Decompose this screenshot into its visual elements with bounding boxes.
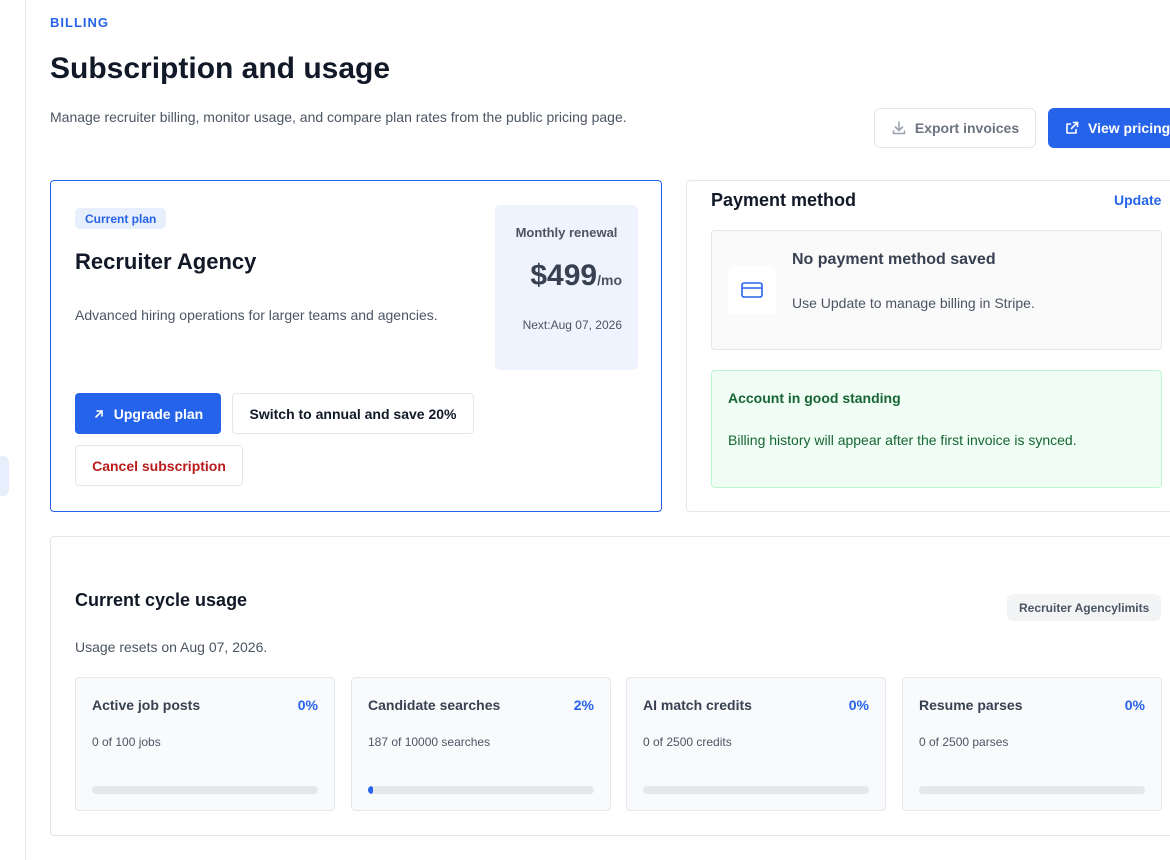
export-invoices-button[interactable]: Export invoices <box>874 108 1036 148</box>
renewal-label: Monthly renewal <box>515 225 618 240</box>
account-standing-notice: Account in good standing Billing history… <box>711 370 1162 488</box>
usage-title: Current cycle usage <box>75 590 248 610</box>
plan-limits-badge: Recruiter Agencylimits <box>1007 594 1162 621</box>
metric-progress-bar <box>919 786 1145 794</box>
account-standing-subtitle: Billing history will appear after the fi… <box>728 432 1077 448</box>
export-invoices-label: Export invoices <box>914 120 1020 136</box>
account-standing-title: Account in good standing <box>728 390 901 406</box>
cancel-subscription-button[interactable]: Cancel subscription <box>75 445 243 486</box>
usage-reset-date: Usage resets on Aug 07, 2026. <box>75 639 268 655</box>
payment-method-card: Payment method Update No payment method … <box>686 180 1170 512</box>
metric-label: Candidate searches <box>368 697 501 713</box>
current-plan-card: Current plan Recruiter Agency Advanced h… <box>50 180 662 512</box>
page-eyebrow: BILLING <box>50 15 109 30</box>
download-icon <box>891 120 907 136</box>
external-link-icon <box>1064 120 1080 136</box>
metric-percent: 2% <box>573 697 594 713</box>
main-content: BILLING Subscription and usage Manage re… <box>50 0 1170 860</box>
upgrade-plan-label: Upgrade plan <box>113 405 204 422</box>
cycle-usage-card: Current cycle usage Recruiter Agencylimi… <box>50 536 1170 836</box>
sidebar <box>0 0 26 860</box>
metric-detail: 187 of 10000 searches <box>368 735 491 749</box>
page-subtitle: Manage recruiter billing, monitor usage,… <box>50 109 627 125</box>
plan-description: Advanced hiring operations for larger te… <box>75 307 438 323</box>
arrow-up-right-icon <box>93 408 105 420</box>
switch-annual-button[interactable]: Switch to annual and save 20% <box>232 393 474 434</box>
metric-detail: 0 of 2500 credits <box>643 735 732 749</box>
metric-progress-bar <box>643 786 869 794</box>
next-renewal-date: Next:Aug 07, 2026 <box>522 318 622 332</box>
price-amount: $499 <box>530 259 598 292</box>
view-pricing-button[interactable]: View pricing <box>1048 108 1170 148</box>
update-payment-link[interactable]: Update <box>1114 192 1161 208</box>
current-plan-badge: Current plan <box>75 208 167 229</box>
sidebar-active-item[interactable] <box>0 456 9 496</box>
metric-progress-bar <box>92 786 318 794</box>
metric-label: Resume parses <box>919 697 1023 713</box>
metric-percent: 0% <box>1124 697 1145 713</box>
upgrade-plan-button[interactable]: Upgrade plan <box>75 393 221 434</box>
metric-detail: 0 of 100 jobs <box>92 735 161 749</box>
metric-progress-fill <box>368 786 373 794</box>
credit-card-icon <box>728 266 776 314</box>
price: $499 /mo <box>530 259 622 293</box>
metric-progress-bar <box>368 786 594 794</box>
price-unit: /mo <box>597 272 622 288</box>
metric-percent: 0% <box>297 697 318 713</box>
metric-percent: 0% <box>848 697 869 713</box>
plan-name: Recruiter Agency <box>75 249 257 274</box>
renewal-summary: Monthly renewal $499 /mo Next:Aug 07, 20… <box>495 205 638 370</box>
view-pricing-label: View pricing <box>1088 120 1170 136</box>
usage-metric-resume-parses: Resume parses 0% 0 of 2500 parses <box>902 677 1162 811</box>
payment-empty-subtitle: Use Update to manage billing in Stripe. <box>792 295 1035 311</box>
usage-metric-candidate-searches: Candidate searches 2% 187 of 10000 searc… <box>351 677 611 811</box>
metric-detail: 0 of 2500 parses <box>919 735 1009 749</box>
usage-metric-job-posts: Active job posts 0% 0 of 100 jobs <box>75 677 335 811</box>
metric-label: Active job posts <box>92 697 201 713</box>
page-title: Subscription and usage <box>50 52 391 85</box>
metric-label: AI match credits <box>643 697 752 713</box>
payment-empty-title: No payment method saved <box>792 251 996 268</box>
payment-method-title: Payment method <box>711 190 857 210</box>
payment-empty-state: No payment method saved Use Update to ma… <box>711 230 1162 350</box>
usage-metric-ai-match-credits: AI match credits 0% 0 of 2500 credits <box>626 677 886 811</box>
